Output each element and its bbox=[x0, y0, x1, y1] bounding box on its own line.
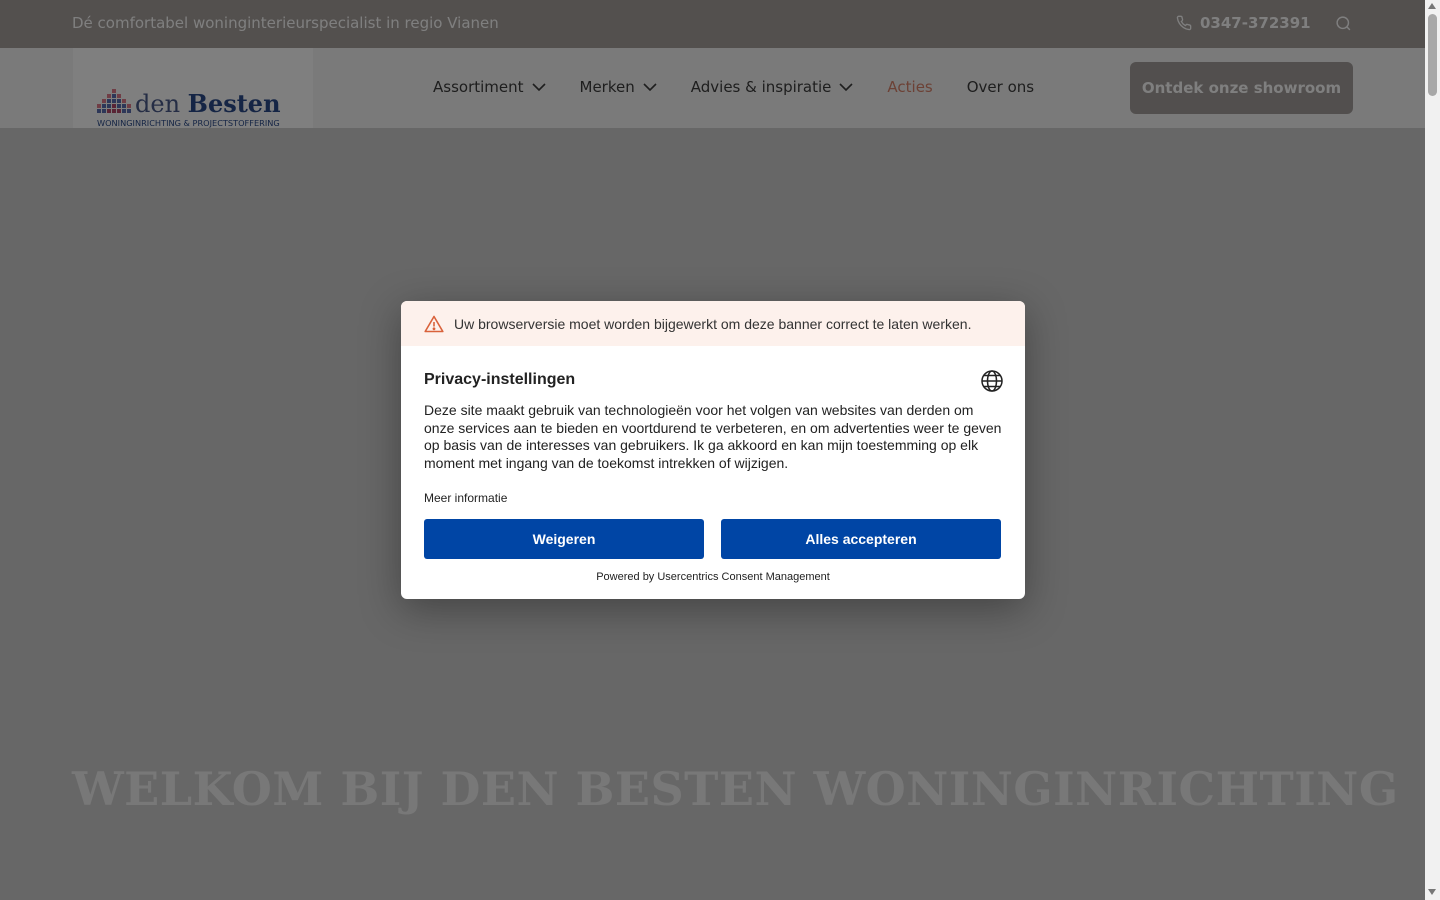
consent-dialog: Uw browserversie moet worden bijgewerkt … bbox=[401, 301, 1025, 599]
deny-button[interactable]: Weigeren bbox=[424, 519, 704, 559]
scroll-down-arrow-icon[interactable] bbox=[1428, 889, 1436, 895]
accept-all-button[interactable]: Alles accepteren bbox=[721, 519, 1001, 559]
globe-icon[interactable] bbox=[980, 369, 1004, 393]
scroll-up-arrow-icon[interactable] bbox=[1428, 3, 1436, 9]
browser-warning: Uw browserversie moet worden bijgewerkt … bbox=[401, 301, 1025, 346]
dialog-body: Deze site maakt gebruik van technologieë… bbox=[424, 402, 1002, 471]
dialog-title: Privacy-instellingen bbox=[424, 371, 576, 388]
scrollbar-thumb[interactable] bbox=[1428, 14, 1437, 96]
warning-text: Uw browserversie moet worden bijgewerkt … bbox=[454, 315, 972, 332]
more-info-link[interactable]: Meer informatie bbox=[424, 491, 507, 505]
warning-icon bbox=[424, 315, 444, 332]
scrollbar[interactable] bbox=[1425, 0, 1440, 900]
powered-by-text: Powered by Usercentrics Consent Manageme… bbox=[596, 571, 830, 583]
